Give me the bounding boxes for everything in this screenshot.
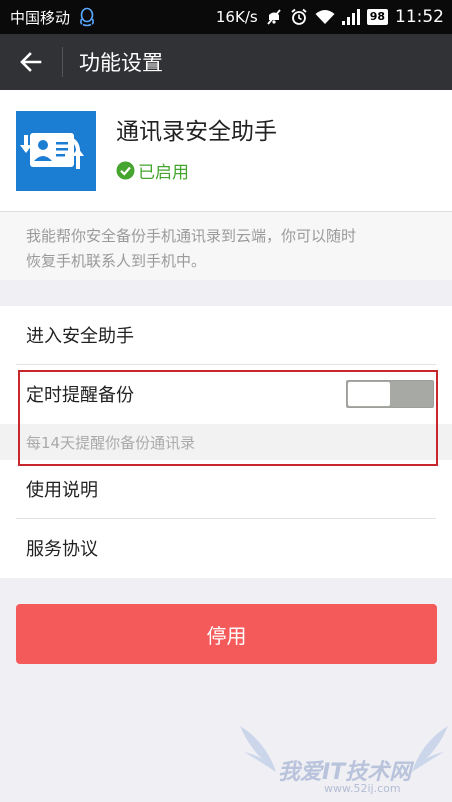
battery-icon: 98: [366, 9, 388, 25]
agreement-item[interactable]: 服务协议: [0, 519, 452, 577]
status-bar: 中国移动 16K/s 98 11:52: [0, 0, 452, 34]
enter-assistant-label: 进入安全助手: [26, 326, 134, 347]
title-bar: 功能设置: [0, 34, 452, 90]
signal-icon: [341, 9, 360, 25]
enter-assistant-item[interactable]: 进入安全助手: [0, 306, 452, 364]
backup-reminder-label: 定时提醒备份: [26, 385, 134, 406]
contacts-sync-icon: [16, 111, 96, 191]
agreement-label: 服务协议: [26, 539, 98, 560]
disable-button[interactable]: 停用: [16, 604, 437, 664]
settings-menu: 进入安全助手 定时提醒备份 每14天提醒你备份通讯录 使用说明 服务协议: [0, 306, 452, 578]
wings-logo-icon: [240, 726, 448, 772]
app-status: 已启用: [116, 158, 189, 183]
watermark-title: 我爱IT技术网: [278, 760, 412, 785]
toggle-knob: [348, 382, 390, 406]
watermark: 我爱IT技术网 www.52ij.com: [236, 722, 452, 802]
app-name: 通讯录安全助手: [116, 119, 277, 145]
page-title: 功能设置: [79, 51, 163, 75]
check-circle-icon: [116, 161, 135, 180]
title-separator: [62, 47, 63, 77]
description-line: 恢复手机联系人到手机中。: [26, 252, 207, 270]
alarm-icon: [291, 8, 307, 25]
wifi-icon: [315, 10, 335, 24]
status-label: 已启用: [138, 163, 189, 183]
backup-reminder-hint: 每14天提醒你备份通讯录: [0, 424, 452, 460]
network-speed: 16K/s: [215, 8, 258, 26]
app-description: 我能帮你安全备份手机通讯录到云端，你可以随时 恢复手机联系人到手机中。: [0, 212, 452, 280]
qq-icon: [80, 7, 94, 27]
status-right: 16K/s 98 11:52: [216, 7, 444, 27]
instructions-label: 使用说明: [26, 480, 98, 501]
no-sound-icon: [267, 9, 281, 25]
clock: 11:52: [395, 7, 444, 27]
arrow-left-icon: [20, 52, 42, 72]
description-line: 我能帮你安全备份手机通讯录到云端，你可以随时: [26, 227, 357, 245]
backup-reminder-toggle[interactable]: [346, 380, 434, 408]
back-button[interactable]: [0, 34, 62, 90]
app-card: 通讯录安全助手 已启用: [0, 90, 452, 212]
carrier-label: 中国移动: [10, 8, 71, 27]
watermark-url: www.52ij.com: [324, 782, 401, 795]
instructions-item[interactable]: 使用说明: [0, 460, 452, 518]
